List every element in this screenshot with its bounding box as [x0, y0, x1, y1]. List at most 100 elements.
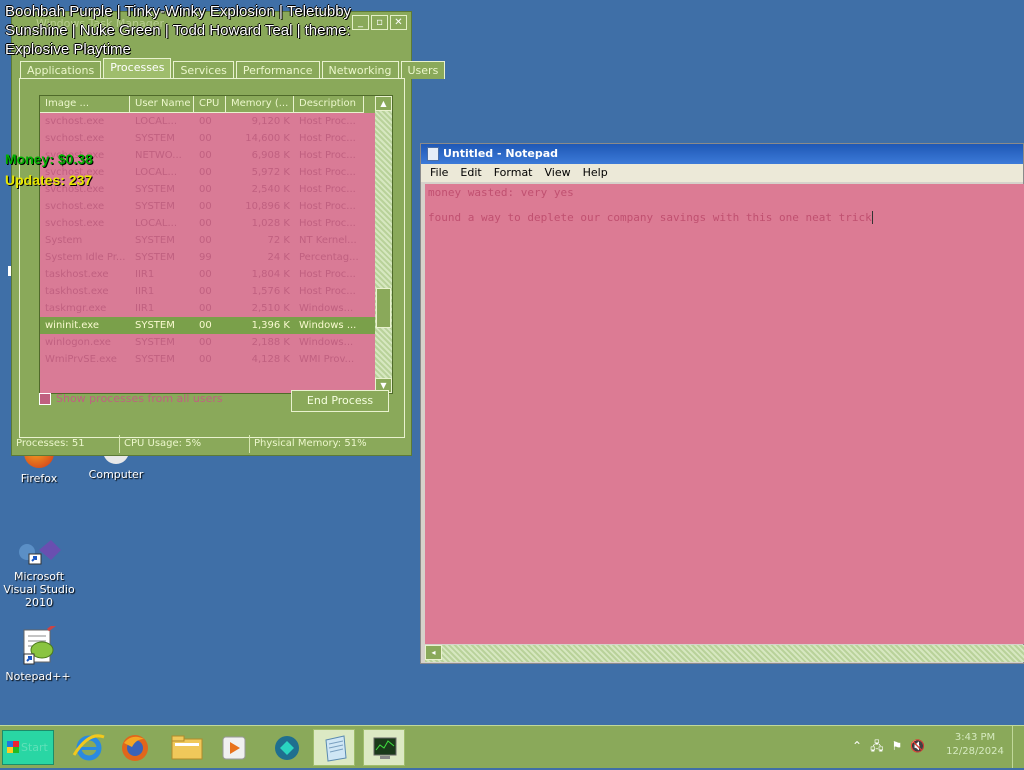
desktop-icon-notepad-plus[interactable]: Notepad++	[4, 622, 72, 683]
process-image-name: svchost.exe	[45, 201, 105, 212]
process-row[interactable]: winlogon.exe SYSTEM 00 2,188 K Windows...	[40, 334, 376, 351]
taskbar-visual-studio[interactable]	[266, 729, 308, 766]
process-description: Host Proc...	[299, 167, 356, 178]
column-description[interactable]: Description	[294, 96, 364, 113]
money-counter: Money: $0.38	[5, 151, 93, 167]
process-list[interactable]: Image ... User Name CPU Memory (... Desc…	[39, 95, 393, 394]
process-row[interactable]: taskmgr.exe IIR1 00 2,510 K Windows...	[40, 300, 376, 317]
updates-counter: Updates: 237	[5, 172, 93, 188]
process-cpu: 00	[199, 116, 212, 127]
network-icon[interactable]: 🖧	[870, 732, 883, 760]
process-list-scrollbar[interactable]: ▲ ▼	[375, 96, 392, 393]
process-row[interactable]: svchost.exe LOCAL... 00 1,028 K Host Proc...	[40, 215, 376, 232]
desktop-icon-visual-studio[interactable]: Microsoft Visual Studio 2010	[0, 536, 78, 609]
taskbar-notepad[interactable]	[313, 729, 355, 766]
start-button[interactable]: Start	[2, 730, 54, 765]
process-cpu: 00	[199, 286, 212, 297]
process-user-name: SYSTEM	[135, 184, 175, 195]
process-row[interactable]: svchost.exe SYSTEM 00 14,600 K Host Proc...	[40, 130, 376, 147]
system-tray: ⌃ 🖧 ⚑ 🔇	[852, 732, 925, 760]
process-memory: 2,188 K	[251, 337, 290, 348]
checkbox-box[interactable]	[39, 392, 51, 405]
process-row[interactable]: wininit.exe SYSTEM 00 1,396 K Windows ...	[40, 317, 376, 334]
column-user-name[interactable]: User Name	[130, 96, 194, 113]
process-description: NT Kernel...	[299, 235, 357, 246]
chevron-up-icon[interactable]: ⌃	[852, 732, 862, 760]
tab-users[interactable]: Users	[400, 61, 446, 79]
action-center-flag-icon[interactable]: ⚑	[891, 732, 902, 760]
notepad-horizontal-scrollbar[interactable]: ◂	[425, 645, 1024, 662]
process-user-name: SYSTEM	[135, 252, 175, 263]
process-memory: 10,896 K	[245, 201, 290, 212]
scroll-thumb[interactable]	[376, 288, 391, 328]
column-memory[interactable]: Memory (...	[226, 96, 294, 113]
notepad-icon	[325, 735, 347, 762]
tab-applications[interactable]: Applications	[20, 61, 102, 79]
process-row[interactable]: svchost.exe SYSTEM 00 10,896 K Host Proc...	[40, 198, 376, 215]
notepad-plus-icon	[18, 622, 58, 666]
column-image-name[interactable]: Image ...	[40, 96, 130, 113]
desktop-icon-label: Notepad++	[5, 670, 71, 683]
menu-edit[interactable]: Edit	[454, 164, 487, 182]
notepad-titlebar[interactable]: Untitled - Notepad	[421, 144, 1023, 164]
overlay-title: Boohbah Purple | Tinky-Winky Explosion |…	[5, 3, 352, 58]
scroll-up-button[interactable]: ▲	[375, 96, 392, 111]
end-process-button[interactable]: End Process	[291, 390, 389, 412]
menu-file[interactable]: File	[424, 164, 454, 182]
process-row[interactable]: taskhost.exe IIR1 00 1,576 K Host Proc...	[40, 283, 376, 300]
process-user-name: NETWO...	[135, 150, 182, 161]
process-row[interactable]: taskhost.exe IIR1 00 1,804 K Host Proc...	[40, 266, 376, 283]
taskbar-task-manager[interactable]	[363, 729, 405, 766]
process-cpu: 00	[199, 235, 212, 246]
process-row[interactable]: svchost.exe LOCAL... 00 9,120 K Host Proc...	[40, 113, 376, 130]
internet-explorer-icon	[72, 734, 105, 761]
task-manager-statusbar: Processes: 51 CPU Usage: 5% Physical Mem…	[12, 435, 411, 453]
process-user-name: SYSTEM	[135, 201, 175, 212]
process-image-name: taskhost.exe	[45, 286, 109, 297]
process-memory: 2,540 K	[251, 184, 290, 195]
process-user-name: IIR1	[135, 286, 155, 297]
tab-performance[interactable]: Performance	[235, 61, 320, 79]
process-row[interactable]: System Idle Pr... SYSTEM 99 24 K Percentag..…	[40, 249, 376, 266]
column-cpu[interactable]: CPU	[194, 96, 226, 113]
process-row[interactable]: WmiPrvSE.exe SYSTEM 00 4,128 K WMI Prov...	[40, 351, 376, 368]
notepad-window[interactable]: Untitled - Notepad File Edit Format View…	[420, 143, 1024, 664]
volume-muted-icon[interactable]: 🔇	[910, 732, 925, 760]
text-line: money wasted: very yes	[428, 186, 574, 199]
notepad-text-area[interactable]: money wasted: very yes found a way to de…	[425, 184, 1024, 644]
taskbar-clock[interactable]: 3:43 PM 12/28/2024	[946, 731, 1004, 759]
process-user-name: SYSTEM	[135, 133, 175, 144]
process-memory: 72 K	[267, 235, 290, 246]
process-user-name: SYSTEM	[135, 337, 175, 348]
tab-services[interactable]: Services	[173, 61, 234, 79]
taskbar-firefox[interactable]	[114, 729, 156, 766]
process-memory: 1,396 K	[251, 320, 290, 331]
process-memory: 2,510 K	[251, 303, 290, 314]
process-image-name: System	[45, 235, 83, 246]
tab-networking[interactable]: Networking	[321, 61, 399, 79]
process-image-name: System Idle Pr...	[45, 252, 126, 263]
scroll-left-button[interactable]: ◂	[425, 645, 442, 660]
process-row[interactable]: System SYSTEM 00 72 K NT Kernel...	[40, 232, 376, 249]
show-all-processes-checkbox[interactable]: Show processes from all users	[39, 392, 223, 405]
taskbar-file-explorer[interactable]	[166, 729, 208, 766]
menu-help[interactable]: Help	[577, 164, 614, 182]
menu-format[interactable]: Format	[488, 164, 539, 182]
taskbar-media-player[interactable]	[213, 729, 255, 766]
process-memory: 4,128 K	[251, 354, 290, 365]
media-player-icon	[222, 736, 246, 760]
taskbar-internet-explorer[interactable]	[68, 729, 110, 766]
process-description: Windows ...	[299, 320, 357, 331]
status-physical-memory: Physical Memory: 51%	[254, 438, 367, 449]
task-manager-window[interactable]: Windows Task Manager _ ▫ ✕ Applications …	[11, 11, 446, 456]
firefox-icon	[122, 735, 148, 761]
process-list-header: Image ... User Name CPU Memory (... Desc…	[40, 96, 376, 113]
show-desktop-button[interactable]	[1012, 726, 1024, 768]
process-cpu: 00	[199, 337, 212, 348]
menu-view[interactable]: View	[539, 164, 577, 182]
process-description: Host Proc...	[299, 133, 356, 144]
process-user-name: SYSTEM	[135, 235, 175, 246]
folder-icon	[171, 735, 203, 760]
tab-processes[interactable]: Processes	[103, 58, 172, 79]
process-cpu: 00	[199, 269, 212, 280]
